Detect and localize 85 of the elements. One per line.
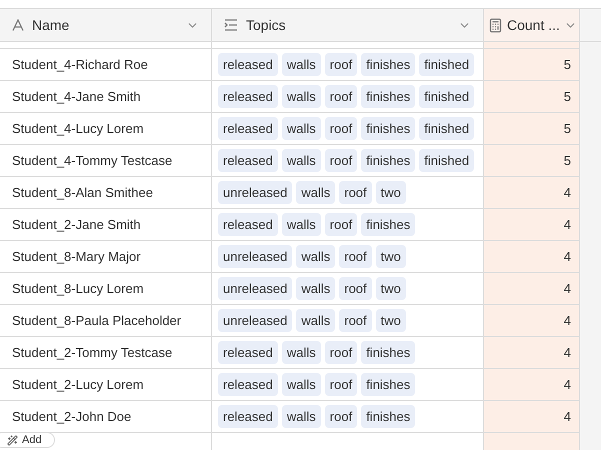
name-cell: Student_8-Alan Smithee <box>0 177 212 208</box>
wand-icon <box>7 434 18 446</box>
topic-tag: walls <box>282 212 321 236</box>
topic-tag: walls <box>296 308 336 332</box>
topic-tag: roof <box>324 148 358 172</box>
column-title: Topics <box>246 16 287 35</box>
topic-tag: roof <box>324 84 358 108</box>
topic-tag: released <box>218 212 278 236</box>
add-button[interactable]: Add <box>0 432 55 448</box>
topic-tag: finished <box>419 116 474 140</box>
topic-tag: finishes <box>361 84 416 108</box>
calculator-icon <box>488 18 503 32</box>
name-cell: Student_8-Lucy Lorem <box>0 273 212 304</box>
topic-tag: released <box>218 52 278 76</box>
topic-tag: finished <box>419 84 474 108</box>
count-cell: 4 <box>484 337 580 368</box>
column-header[interactable]: Name <box>0 9 212 41</box>
topic-tag: walls <box>282 116 321 140</box>
topic-tag: walls <box>282 340 321 364</box>
column-title: Count ... <box>507 16 560 34</box>
topic-tag: two <box>376 276 406 300</box>
topic-tag: finishes <box>361 340 416 364</box>
name-cell: Student_4-Jane Smith <box>0 81 212 112</box>
count-cell: 4 <box>484 369 580 400</box>
count-cell: 5 <box>484 81 580 112</box>
topic-tag: walls <box>282 372 321 396</box>
name-cell: Student_2-Jane Smith <box>0 209 212 240</box>
topic-tag: two <box>376 244 406 268</box>
topic-tag: released <box>218 148 278 172</box>
topic-tag: unreleased <box>218 244 292 268</box>
topic-tag: walls <box>282 148 321 172</box>
count-cell: 4 <box>484 401 580 432</box>
topic-tag: walls <box>282 404 321 428</box>
topic-tag: finished <box>419 148 474 172</box>
topic-tag: roof <box>339 180 372 204</box>
text-type-icon <box>12 19 24 31</box>
column-header[interactable]: Count ... <box>484 9 580 41</box>
topic-tag: roof <box>324 340 358 364</box>
topic-tag: roof <box>339 308 372 332</box>
topic-tag: released <box>218 340 278 364</box>
count-cell: 5 <box>484 145 580 176</box>
topic-tag: roof <box>324 404 358 428</box>
topic-tag: roof <box>339 276 372 300</box>
topic-tag: finished <box>419 52 474 76</box>
list-indent-icon <box>224 19 238 31</box>
topic-tag: roof <box>324 116 358 140</box>
count-cell: 5 <box>484 113 580 144</box>
topic-tag: released <box>218 372 278 396</box>
name-cell: Student_4-Tommy Testcase <box>0 145 212 176</box>
topic-tag: released <box>218 116 278 140</box>
name-cell: Student_4-Richard Roe <box>0 49 212 80</box>
topic-tag: released <box>218 404 278 428</box>
topic-tag: walls <box>282 84 321 108</box>
topic-tag: roof <box>324 52 358 76</box>
topic-tag: finishes <box>361 404 416 428</box>
name-cell: Student_4-Lucy Lorem <box>0 113 212 144</box>
topic-tag: unreleased <box>218 180 292 204</box>
name-cell: Student_2-Tommy Testcase <box>0 337 212 368</box>
count-cell: 4 <box>484 177 580 208</box>
name-cell: Student_8-Paula Placeholder <box>0 305 212 336</box>
topic-tag: roof <box>339 244 372 268</box>
count-cell: 4 <box>484 209 580 240</box>
count-cell: 4 <box>484 305 580 336</box>
topic-tag: roof <box>324 372 358 396</box>
name-cell: Student_2-Lucy Lorem <box>0 369 212 400</box>
topic-tag: finishes <box>361 372 416 396</box>
topic-tag: walls <box>296 276 336 300</box>
topic-tag: finishes <box>361 212 416 236</box>
topic-tag: walls <box>282 52 321 76</box>
topic-tag: finishes <box>361 148 416 172</box>
name-cell: Student_8-Mary Major <box>0 241 212 272</box>
topic-tag: two <box>376 180 406 204</box>
topic-tag: roof <box>324 212 358 236</box>
count-cell: 5 <box>484 49 580 80</box>
topic-tag: finishes <box>361 116 416 140</box>
topic-tag: unreleased <box>218 308 292 332</box>
topic-tag: two <box>376 308 406 332</box>
count-cell: 4 <box>484 273 580 304</box>
topic-tag: finishes <box>361 52 416 76</box>
column-title: Name <box>32 16 70 34</box>
topic-tag: walls <box>296 244 336 268</box>
topic-tag: walls <box>296 180 336 204</box>
topic-tag: released <box>218 84 278 108</box>
count-cell: 4 <box>484 241 580 272</box>
topic-tag: unreleased <box>218 276 292 300</box>
